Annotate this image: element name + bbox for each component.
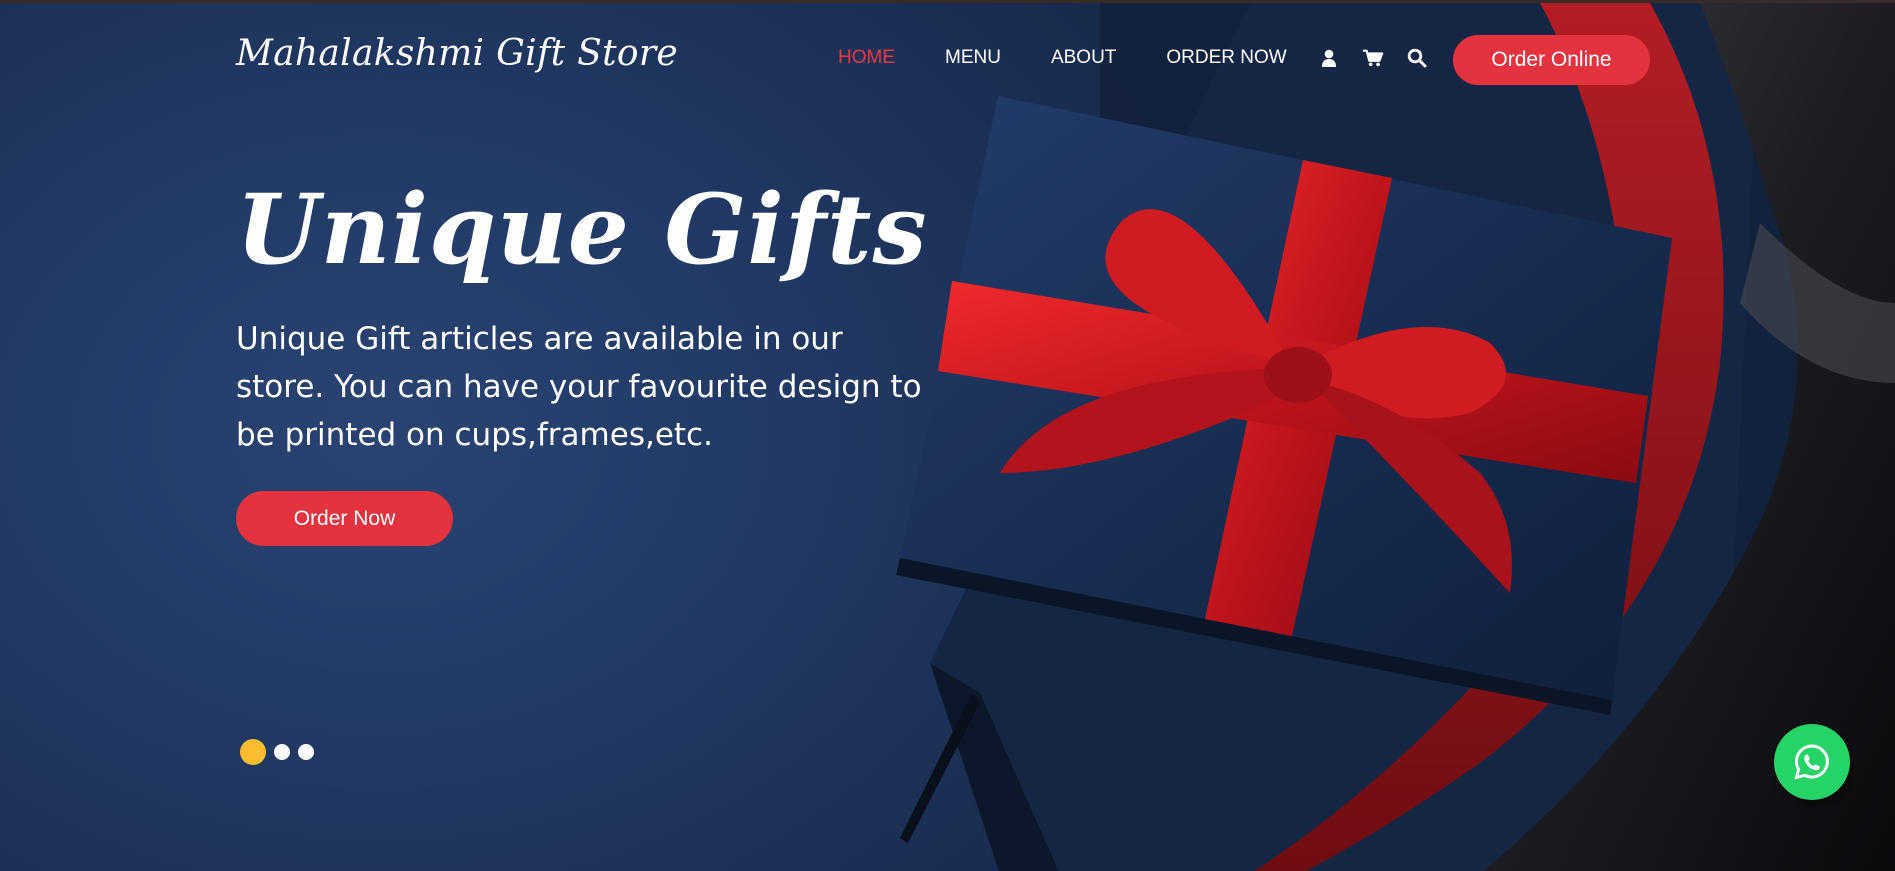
nav-icons [1318,47,1428,69]
order-now-button[interactable]: Order Now [236,491,453,546]
hero-section: Mahalakshmi Gift Store HOME MENU ABOUT O… [0,0,1895,871]
order-online-button[interactable]: Order Online [1453,35,1650,85]
main-nav: HOME MENU ABOUT ORDER NOW [838,47,1337,69]
slider-dot-2[interactable] [274,744,290,760]
search-icon[interactable] [1406,47,1428,69]
nav-item-home[interactable]: HOME [838,47,895,69]
slider-dot-1[interactable] [240,739,266,765]
whatsapp-button[interactable] [1774,724,1850,800]
slider-dot-3[interactable] [298,744,314,760]
hero-title: Unique Gifts [236,173,928,286]
cart-icon[interactable] [1362,47,1384,69]
brand-logo[interactable]: Mahalakshmi Gift Store [236,33,678,74]
user-icon[interactable] [1318,47,1340,69]
nav-item-about[interactable]: ABOUT [1051,47,1116,69]
hero-description: Unique Gift articles are available in ou… [236,321,922,453]
nav-item-order-now[interactable]: ORDER NOW [1166,47,1286,69]
slider-indicators [240,739,314,765]
whatsapp-icon [1794,744,1829,780]
nav-item-menu[interactable]: MENU [945,47,1001,69]
